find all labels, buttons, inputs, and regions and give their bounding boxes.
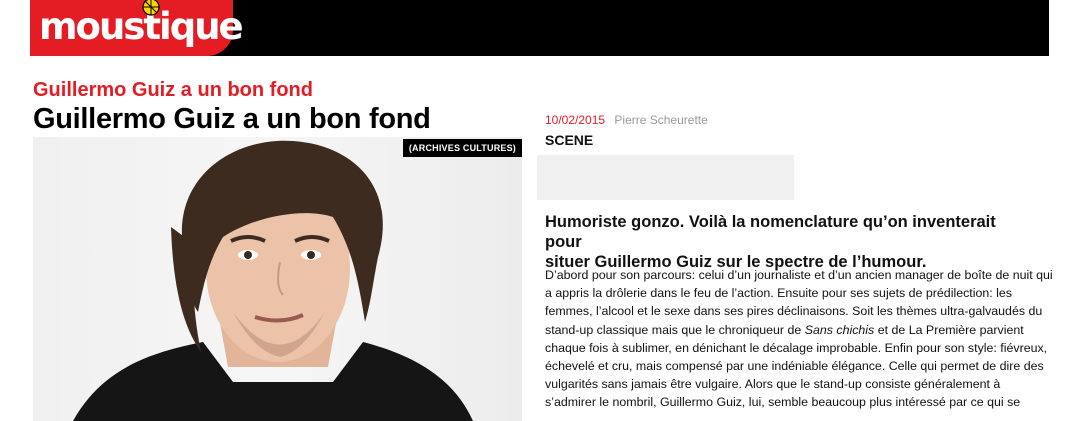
author-link[interactable]: Pierre Scheurette (614, 113, 707, 127)
moustique-logo[interactable]: moustique (30, 0, 244, 56)
top-bar: moustique (30, 0, 1049, 56)
body-line: s’admirer le nombril, Guillermo Guiz, lu… (545, 395, 1021, 410)
show-title: Sans chichis (804, 322, 875, 337)
body-line: a appris la drôlerie dans le feu de l’ac… (545, 286, 1012, 301)
section-label[interactable]: SCENE (545, 132, 593, 148)
body-line: stand-up classique mais que le chronique… (545, 321, 1050, 339)
publish-date: 10/02/2015 (545, 113, 606, 127)
body-text: stand-up classique mais que le chronique… (545, 322, 802, 337)
article-meta: 10/02/2015 Pierre Scheurette (545, 113, 708, 127)
ad-placeholder (537, 155, 794, 200)
body-line: vulgarités sans jamais être vulgaire. Al… (545, 377, 1001, 392)
body-line: chaque fois à sublimer, en dénichant le … (545, 340, 1048, 355)
body-line: femmes, l’alcool et le sexe dans ses pir… (545, 304, 1043, 319)
photo-credit-badge: (ARCHIVES CULTURES) (402, 139, 522, 157)
logo-sun-icon (142, 0, 160, 16)
portrait-illustration (73, 140, 473, 421)
article-kicker: Guillermo Guiz a un bon fond (33, 79, 313, 101)
body-text: et de La Première parvient (877, 322, 1024, 337)
article-photo: (ARCHIVES CULTURES) (33, 137, 522, 421)
article-title: Guillermo Guiz a un bon fond (33, 103, 431, 135)
lead-line: Humoriste gonzo. Voilà la nomenclature q… (545, 213, 996, 251)
body-line: échevelé et cru, mais compensé par une i… (545, 359, 1044, 374)
article-lead: Humoriste gonzo. Voilà la nomenclature q… (545, 212, 1035, 272)
article-body: D’abord pour son parcours: celui d’un jo… (545, 266, 1053, 412)
body-line: D’abord pour son parcours: celui d’un jo… (545, 268, 1053, 282)
